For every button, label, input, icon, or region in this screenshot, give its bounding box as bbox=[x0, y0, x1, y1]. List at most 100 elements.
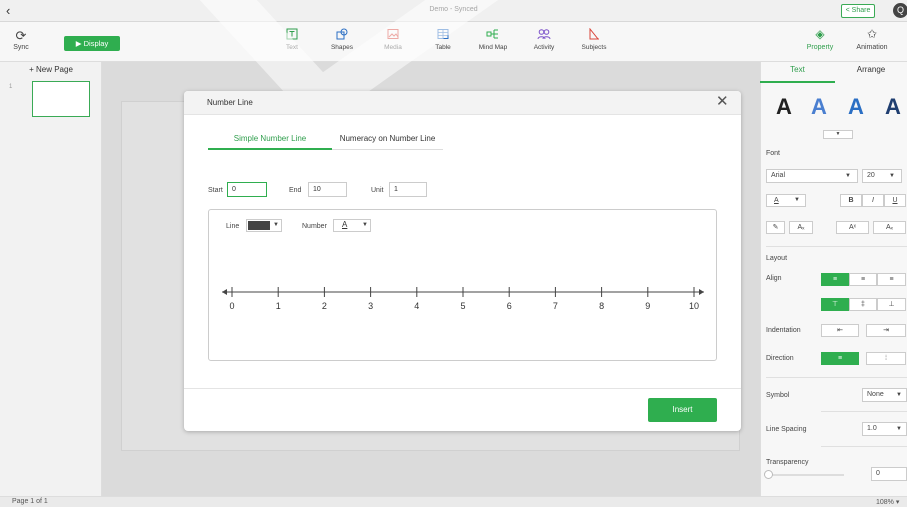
display-label: Display bbox=[83, 39, 109, 48]
close-icon[interactable]: ✕ bbox=[716, 94, 729, 110]
clear-format-icon[interactable]: Aₓ bbox=[789, 221, 813, 234]
insert-button[interactable]: Insert bbox=[648, 398, 717, 422]
line-spacing-select[interactable]: 1.0 ▼ bbox=[862, 422, 907, 436]
zoom-value: 108% bbox=[876, 499, 894, 506]
slider-handle[interactable] bbox=[764, 470, 773, 479]
subscript-icon[interactable]: Aₓ bbox=[873, 221, 906, 234]
sync-button[interactable]: ⟳ Sync bbox=[6, 28, 36, 52]
text-style-preset[interactable]: A bbox=[776, 94, 792, 120]
page-indicator: Page 1 of 1 bbox=[12, 498, 48, 505]
direction-vertical-icon[interactable]: ⦙ bbox=[866, 352, 906, 365]
text-style-preset[interactable]: A bbox=[885, 94, 901, 120]
direction-label: Direction bbox=[766, 355, 794, 362]
divider bbox=[766, 246, 907, 247]
chevron-down-icon: ▼ bbox=[889, 173, 895, 179]
tool-subjects[interactable]: Subjects bbox=[570, 27, 618, 51]
tab-simple-number-line[interactable]: Simple Number Line bbox=[208, 134, 332, 150]
chevron-down-icon: ▼ bbox=[794, 197, 800, 203]
property-icon: ◈ bbox=[815, 27, 825, 41]
font-family-value: Arial bbox=[771, 172, 786, 179]
format-painter-icon[interactable]: ✎ bbox=[766, 221, 785, 234]
indent-decrease-icon[interactable]: ⇤ bbox=[821, 324, 859, 337]
animation-icon: ✩ bbox=[866, 27, 878, 41]
share-label: Share bbox=[851, 7, 871, 14]
end-input[interactable]: 10 bbox=[308, 182, 347, 197]
align-right-icon[interactable]: ≡ bbox=[877, 273, 906, 286]
subjects-icon bbox=[570, 27, 618, 42]
status-bar bbox=[0, 496, 907, 507]
indent-increase-icon[interactable]: ⇥ bbox=[866, 324, 906, 337]
line-color-swatch bbox=[248, 221, 270, 230]
indentation-label: Indentation bbox=[766, 327, 801, 334]
chevron-down-icon[interactable]: ▼ bbox=[273, 220, 279, 231]
style-more-dropdown[interactable]: ▼ bbox=[823, 130, 853, 139]
share-button[interactable]: < Share bbox=[841, 4, 875, 18]
start-label: Start bbox=[208, 187, 223, 194]
underline-button[interactable]: U bbox=[884, 194, 906, 207]
number-line-graphic: 0 1 2 3 4 5 6 7 8 9 10 bbox=[222, 287, 704, 311]
number-line-label: 6 bbox=[507, 301, 512, 311]
unit-input[interactable]: 1 bbox=[389, 182, 427, 197]
font-label: Font bbox=[766, 150, 781, 157]
number-line-label: 1 bbox=[276, 301, 281, 311]
line-spacing-label: Line Spacing bbox=[766, 426, 807, 433]
tool-activity[interactable]: Activity bbox=[520, 28, 568, 51]
valign-top-icon[interactable]: ⊤ bbox=[821, 298, 849, 311]
tab-arrange[interactable]: Arrange bbox=[835, 65, 907, 74]
sync-label: Sync bbox=[13, 44, 29, 51]
dialog-header bbox=[184, 91, 741, 115]
divider bbox=[821, 446, 907, 447]
arrow-left-icon bbox=[222, 289, 227, 295]
number-line-label: 10 bbox=[689, 301, 699, 311]
bold-button[interactable]: B bbox=[840, 194, 862, 207]
number-line-label: 0 bbox=[229, 301, 234, 311]
number-line-label: 5 bbox=[460, 301, 465, 311]
superscript-icon[interactable]: Aˣ bbox=[836, 221, 869, 234]
number-line-label: 7 bbox=[553, 301, 558, 311]
number-line-label: 3 bbox=[368, 301, 373, 311]
line-spacing-value: 1.0 bbox=[867, 425, 877, 432]
play-icon: ▶ bbox=[75, 39, 84, 48]
tab-numeracy-on-number-line[interactable]: Numeracy on Number Line bbox=[332, 134, 443, 150]
tab-text[interactable]: Text bbox=[760, 65, 835, 83]
transparency-value: 0 bbox=[876, 470, 880, 477]
zoom-level[interactable]: 108% ▾ bbox=[876, 498, 899, 506]
page-thumbnail[interactable] bbox=[32, 81, 90, 117]
end-label: End bbox=[289, 187, 302, 194]
italic-button[interactable]: I bbox=[862, 194, 884, 207]
symbol-select[interactable]: None ▼ bbox=[862, 388, 907, 402]
number-label: Number bbox=[302, 223, 327, 230]
unit-label: Unit bbox=[371, 187, 384, 194]
start-input[interactable]: 0 bbox=[227, 182, 267, 197]
display-button[interactable]: ▶ Display bbox=[64, 36, 120, 51]
align-left-icon[interactable]: ≡ bbox=[821, 273, 849, 286]
font-size-select[interactable]: 20 ▼ bbox=[862, 169, 902, 183]
divider bbox=[766, 377, 907, 378]
tab-animation[interactable]: ✩ Animation bbox=[842, 27, 902, 51]
valign-middle-icon[interactable]: ‡ bbox=[849, 298, 877, 311]
avatar[interactable]: Q bbox=[893, 3, 907, 18]
align-center-icon[interactable]: ≡ bbox=[849, 273, 877, 286]
symbol-label: Symbol bbox=[766, 392, 790, 399]
tab-property[interactable]: ◈ Property bbox=[790, 27, 850, 51]
dialog-title: Number Line bbox=[207, 98, 253, 107]
text-style-preset[interactable]: A bbox=[848, 94, 864, 120]
divider bbox=[821, 411, 907, 412]
symbol-value: None bbox=[867, 391, 884, 398]
chevron-down-icon: ▼ bbox=[896, 392, 902, 398]
number-line-label: 4 bbox=[414, 301, 419, 311]
number-line-label: 2 bbox=[322, 301, 327, 311]
transparency-input[interactable]: 0 bbox=[871, 467, 907, 481]
font-color-button[interactable]: A ▼ bbox=[766, 194, 806, 207]
direction-horizontal-icon[interactable]: ≡ bbox=[821, 352, 859, 365]
sync-icon: ⟳ bbox=[15, 28, 27, 43]
text-style-preset[interactable]: A bbox=[811, 94, 827, 120]
valign-bottom-icon[interactable]: ⊥ bbox=[877, 298, 906, 311]
chevron-down-icon: ▼ bbox=[896, 426, 902, 432]
transparency-slider[interactable] bbox=[766, 474, 844, 476]
page-panel bbox=[0, 62, 102, 496]
new-page-button[interactable]: + New Page bbox=[0, 65, 102, 74]
font-family-select[interactable]: Arial ▼ bbox=[766, 169, 858, 183]
chevron-down-icon[interactable]: ▼ bbox=[362, 220, 368, 231]
layout-label: Layout bbox=[766, 255, 788, 262]
